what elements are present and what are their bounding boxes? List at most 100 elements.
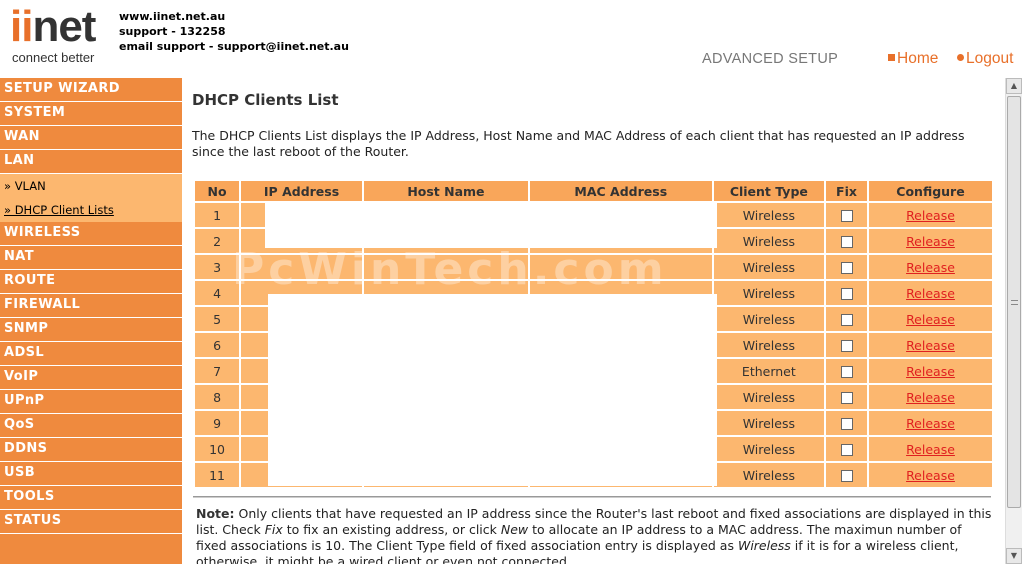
cell-fix <box>826 463 867 487</box>
cell-no: 9 <box>195 411 240 435</box>
sidebar-item-ddns[interactable]: DDNS <box>0 438 182 462</box>
sidebar-item-setup-wizard[interactable]: SETUP WIZARD <box>0 78 182 102</box>
logo-prefix: ii <box>10 2 33 51</box>
sidebar-item-wan[interactable]: WAN <box>0 126 182 150</box>
column-header-client-type: Client Type <box>713 181 825 201</box>
scrollbar-thumb[interactable] <box>1007 96 1021 508</box>
cell-fix <box>826 229 867 253</box>
cell-fix <box>826 359 867 383</box>
release-link[interactable]: Release <box>906 364 955 379</box>
cell-configure: Release <box>868 437 992 461</box>
cell-fix <box>826 255 867 279</box>
sidebar-item-adsl[interactable]: ADSL <box>0 342 182 366</box>
vertical-scrollbar[interactable]: ▲ ▼ <box>1005 78 1022 564</box>
cell-configure: Release <box>868 203 992 227</box>
sidebar-item-system[interactable]: SYSTEM <box>0 102 182 126</box>
sidebar-subitem-dhcp-client-lists[interactable]: » DHCP Client Lists <box>0 198 182 222</box>
cell-no: 10 <box>195 437 240 461</box>
note-new-term: New <box>500 522 529 537</box>
sidebar-item-qos[interactable]: QoS <box>0 414 182 438</box>
fix-checkbox[interactable] <box>840 470 853 482</box>
iinet-logo[interactable]: iinet connect better <box>10 2 110 68</box>
sidebar-item-snmp[interactable]: SNMP <box>0 318 182 342</box>
cell-no: 11 <box>195 463 240 487</box>
note-fix-term: Fix <box>264 522 283 537</box>
cell-fix <box>826 385 867 409</box>
fix-checkbox[interactable] <box>840 392 853 404</box>
cell-client-type: Wireless <box>713 437 825 461</box>
release-link[interactable]: Release <box>906 286 955 301</box>
cell-no: 6 <box>195 333 240 357</box>
fix-checkbox[interactable] <box>840 340 853 352</box>
cell-configure: Release <box>868 359 992 383</box>
sidebar-subitem-vlan[interactable]: » VLAN <box>0 174 182 198</box>
table-header-row: No IP Address Host Name MAC Address Clie… <box>195 181 992 201</box>
contact-info: www.iinet.net.au support - 132258 email … <box>119 9 349 54</box>
fix-checkbox[interactable] <box>840 236 853 248</box>
cell-client-type: Wireless <box>713 255 825 279</box>
release-link[interactable]: Release <box>906 312 955 327</box>
logo-suffix: net <box>32 2 96 51</box>
contact-support-email: email support - support@iinet.net.au <box>119 40 349 53</box>
contact-website: www.iinet.net.au <box>119 10 226 23</box>
cell-client-type: Wireless <box>713 463 825 487</box>
sidebar-item-voip[interactable]: VoIP <box>0 366 182 390</box>
cell-configure: Release <box>868 229 992 253</box>
release-link[interactable]: Release <box>906 442 955 457</box>
grip-icon <box>1011 300 1018 305</box>
note-label: Note: <box>196 506 235 521</box>
column-header-no: No <box>195 181 240 201</box>
scroll-down-arrow-icon[interactable]: ▼ <box>1006 548 1022 564</box>
sidebar-item-usb[interactable]: USB <box>0 462 182 486</box>
cell-configure: Release <box>868 333 992 357</box>
cell-client-type: Wireless <box>713 411 825 435</box>
release-link[interactable]: Release <box>906 416 955 431</box>
header: iinet connect better www.iinet.net.au su… <box>0 0 1022 76</box>
cell-fix <box>826 307 867 331</box>
cell-fix <box>826 437 867 461</box>
cell-fix <box>826 333 867 357</box>
column-header-host-name: Host Name <box>363 181 528 201</box>
cell-configure: Release <box>868 281 992 305</box>
cell-client-type: Wireless <box>713 281 825 305</box>
sidebar-item-lan[interactable]: LAN <box>0 150 182 174</box>
release-link[interactable]: Release <box>906 234 955 249</box>
column-header-fix: Fix <box>826 181 867 201</box>
cell-configure: Release <box>868 307 992 331</box>
release-link[interactable]: Release <box>906 338 955 353</box>
sidebar-item-route[interactable]: ROUTE <box>0 270 182 294</box>
release-link[interactable]: Release <box>906 390 955 405</box>
cell-no: 1 <box>195 203 240 227</box>
cell-configure: Release <box>868 385 992 409</box>
fix-checkbox[interactable] <box>840 314 853 326</box>
cell-client-type: Wireless <box>713 307 825 331</box>
home-link[interactable]: Home <box>888 50 938 68</box>
redacted-region <box>268 294 717 486</box>
fix-checkbox[interactable] <box>840 262 853 274</box>
sidebar-subitem-dhcp-label: » DHCP Client Lists <box>4 203 114 217</box>
sidebar-item-nat[interactable]: NAT <box>0 246 182 270</box>
sidebar-item-wireless[interactable]: WIRELESS <box>0 222 182 246</box>
fix-checkbox[interactable] <box>840 210 853 222</box>
redacted-region <box>265 203 717 248</box>
logout-link[interactable]: Logout <box>957 50 1013 68</box>
release-link[interactable]: Release <box>906 468 955 483</box>
section-title: ADVANCED SETUP <box>702 51 839 67</box>
release-link[interactable]: Release <box>906 208 955 223</box>
fix-checkbox[interactable] <box>840 418 853 430</box>
home-label: Home <box>897 50 939 67</box>
fix-checkbox[interactable] <box>840 444 853 456</box>
column-header-configure: Configure <box>868 181 992 201</box>
sidebar-item-firewall[interactable]: FIREWALL <box>0 294 182 318</box>
sidebar-item-tools[interactable]: TOOLS <box>0 486 182 510</box>
square-bullet-icon <box>888 54 895 61</box>
cell-client-type: Wireless <box>713 385 825 409</box>
scroll-up-arrow-icon[interactable]: ▲ <box>1006 78 1022 94</box>
cell-configure: Release <box>868 463 992 487</box>
sidebar-item-status[interactable]: STATUS <box>0 510 182 534</box>
fix-checkbox[interactable] <box>840 288 853 300</box>
sidebar-item-upnp[interactable]: UPnP <box>0 390 182 414</box>
note-text: Note: Only clients that have requested a… <box>196 506 992 564</box>
release-link[interactable]: Release <box>906 260 955 275</box>
fix-checkbox[interactable] <box>840 366 853 378</box>
